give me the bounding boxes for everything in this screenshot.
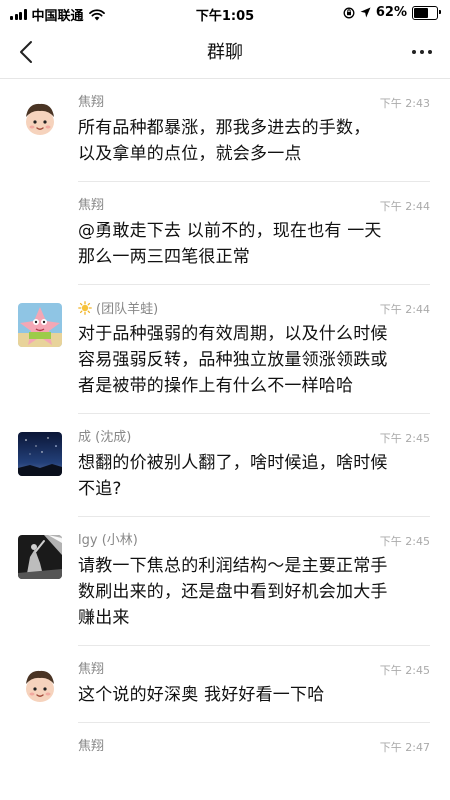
message-time: 下午 2:44 (379, 200, 430, 213)
message-line: 想翻的价被别人翻了，啥时候追，啥时候 (78, 453, 388, 473)
message-item: 焦翔 下午 2:45 这个说的好深奥 我好好看一下哈 (0, 646, 450, 723)
more-dot (428, 50, 432, 54)
message-text[interactable]: 这个说的好深奥 我好好看一下哈 (78, 682, 430, 708)
night-sky-avatar-icon (18, 432, 62, 476)
patrick-star-avatar-icon (18, 303, 62, 347)
avatar[interactable] (18, 303, 62, 347)
sender-name: (团队羊蛙) (78, 301, 430, 317)
more-button[interactable] (406, 36, 438, 68)
message-line: 数刷出来的，还是盘中看到好机会加大手 (78, 582, 388, 602)
avatar[interactable] (18, 97, 62, 141)
message-item: 成 (沈成) 下午 2:45 想翻的价被别人翻了，啥时候追，啥时候 不追? (0, 414, 450, 517)
message-line: 者是被带的操作上有什么不一样哈哈 (78, 376, 354, 396)
avatar[interactable] (18, 535, 62, 579)
message-body: lgy (小林) 下午 2:45 请教一下焦总的利润结构～是主要正常手 数刷出来… (78, 517, 430, 646)
message-body: 成 (沈成) 下午 2:45 想翻的价被别人翻了，啥时候追，啥时候 不追? (78, 414, 430, 517)
battery-percent: 62% (375, 5, 407, 20)
message-item: lgy (小林) 下午 2:45 请教一下焦总的利润结构～是主要正常手 数刷出来… (0, 517, 450, 646)
avatar[interactable] (18, 432, 62, 476)
message-text[interactable]: @勇敢走下去 以前不的，现在也有 一天 那么一两三四笔很正常 (78, 218, 430, 270)
more-dot (412, 50, 416, 54)
message-line: @勇敢走下去 以前不的，现在也有 一天 (78, 221, 382, 241)
message-time: 下午 2:47 (379, 741, 430, 754)
message-body: (团队羊蛙) 下午 2:44 对于品种强弱的有效周期，以及什么时候 容易强弱反转… (78, 285, 430, 414)
concert-photo-avatar-icon (18, 535, 62, 579)
message-item: 焦翔 下午 2:47 (0, 723, 450, 769)
message-text[interactable]: 想翻的价被别人翻了，啥时候追，啥时候 不追? (78, 450, 430, 502)
status-bar: 中国联通 下午1:05 62% (0, 0, 450, 26)
sun-icon (78, 301, 92, 315)
nav-bar: 群聊 (0, 26, 450, 79)
message-line: 请教一下焦总的利润结构～是主要正常手 (78, 556, 388, 576)
message-line: 那么一两三四笔很正常 (78, 247, 250, 267)
message-item: 焦翔 下午 2:44 @勇敢走下去 以前不的，现在也有 一天 那么一两三四笔很正… (0, 182, 450, 285)
sender-name: 焦翔 (78, 95, 105, 110)
message-list: 焦翔 下午 2:43 所有品种都暴涨，那我多进去的手数， 以及拿单的点位，就会多… (0, 79, 450, 769)
message-text[interactable]: 对于品种强弱的有效周期，以及什么时候 容易强弱反转，品种独立放量领涨领跌或 者是… (78, 321, 430, 399)
message-line: 赚出来 (78, 608, 130, 628)
message-item: 焦翔 下午 2:43 所有品种都暴涨，那我多进去的手数， 以及拿单的点位，就会多… (0, 79, 450, 182)
page-title: 群聊 (207, 42, 243, 63)
message-line: 对于品种强弱的有效周期，以及什么时候 (78, 324, 388, 344)
sender-name: lgy (小林) (78, 533, 138, 548)
sender-name: 焦翔 (78, 662, 105, 677)
cartoon-boy-avatar-icon (18, 97, 62, 141)
location-icon (360, 7, 371, 18)
message-body: 焦翔 下午 2:47 (78, 723, 430, 769)
message-line: 所有品种都暴涨，那我多进去的手数， (78, 118, 371, 138)
message-line: 容易强弱反转，品种独立放量领涨领跌或 (78, 350, 388, 370)
cartoon-boy-avatar-icon (18, 664, 62, 708)
message-time: 下午 2:44 (379, 303, 430, 316)
battery-icon (412, 5, 441, 20)
message-text[interactable]: 请教一下焦总的利润结构～是主要正常手 数刷出来的，还是盘中看到好机会加大手 赚出… (78, 553, 430, 631)
message-time: 下午 2:43 (379, 97, 430, 110)
message-body: 焦翔 下午 2:44 @勇敢走下去 以前不的，现在也有 一天 那么一两三四笔很正… (78, 182, 430, 285)
message-body: 焦翔 下午 2:45 这个说的好深奥 我好好看一下哈 (78, 646, 430, 723)
sender-name: 成 (沈成) (78, 430, 132, 445)
message-time: 下午 2:45 (379, 535, 430, 548)
sender-name: 焦翔 (78, 739, 105, 754)
status-right: 62% (343, 5, 441, 20)
message-item: (团队羊蛙) 下午 2:44 对于品种强弱的有效周期，以及什么时候 容易强弱反转… (0, 285, 450, 414)
sender-name-text: (团队羊蛙) (96, 302, 159, 317)
avatar[interactable] (18, 664, 62, 708)
message-line: 不追? (78, 479, 122, 499)
orientation-lock-icon (343, 7, 355, 18)
message-line: 以及拿单的点位，就会多一点 (78, 144, 302, 164)
battery-fill (414, 7, 428, 18)
message-line: 这个说的好深奥 我好好看一下哈 (78, 685, 325, 705)
message-time: 下午 2:45 (379, 664, 430, 677)
more-dot (420, 50, 424, 54)
sender-name: 焦翔 (78, 198, 105, 213)
message-time: 下午 2:45 (379, 432, 430, 445)
message-body: 焦翔 下午 2:43 所有品种都暴涨，那我多进去的手数， 以及拿单的点位，就会多… (78, 79, 430, 182)
message-text[interactable]: 所有品种都暴涨，那我多进去的手数， 以及拿单的点位，就会多一点 (78, 115, 430, 167)
